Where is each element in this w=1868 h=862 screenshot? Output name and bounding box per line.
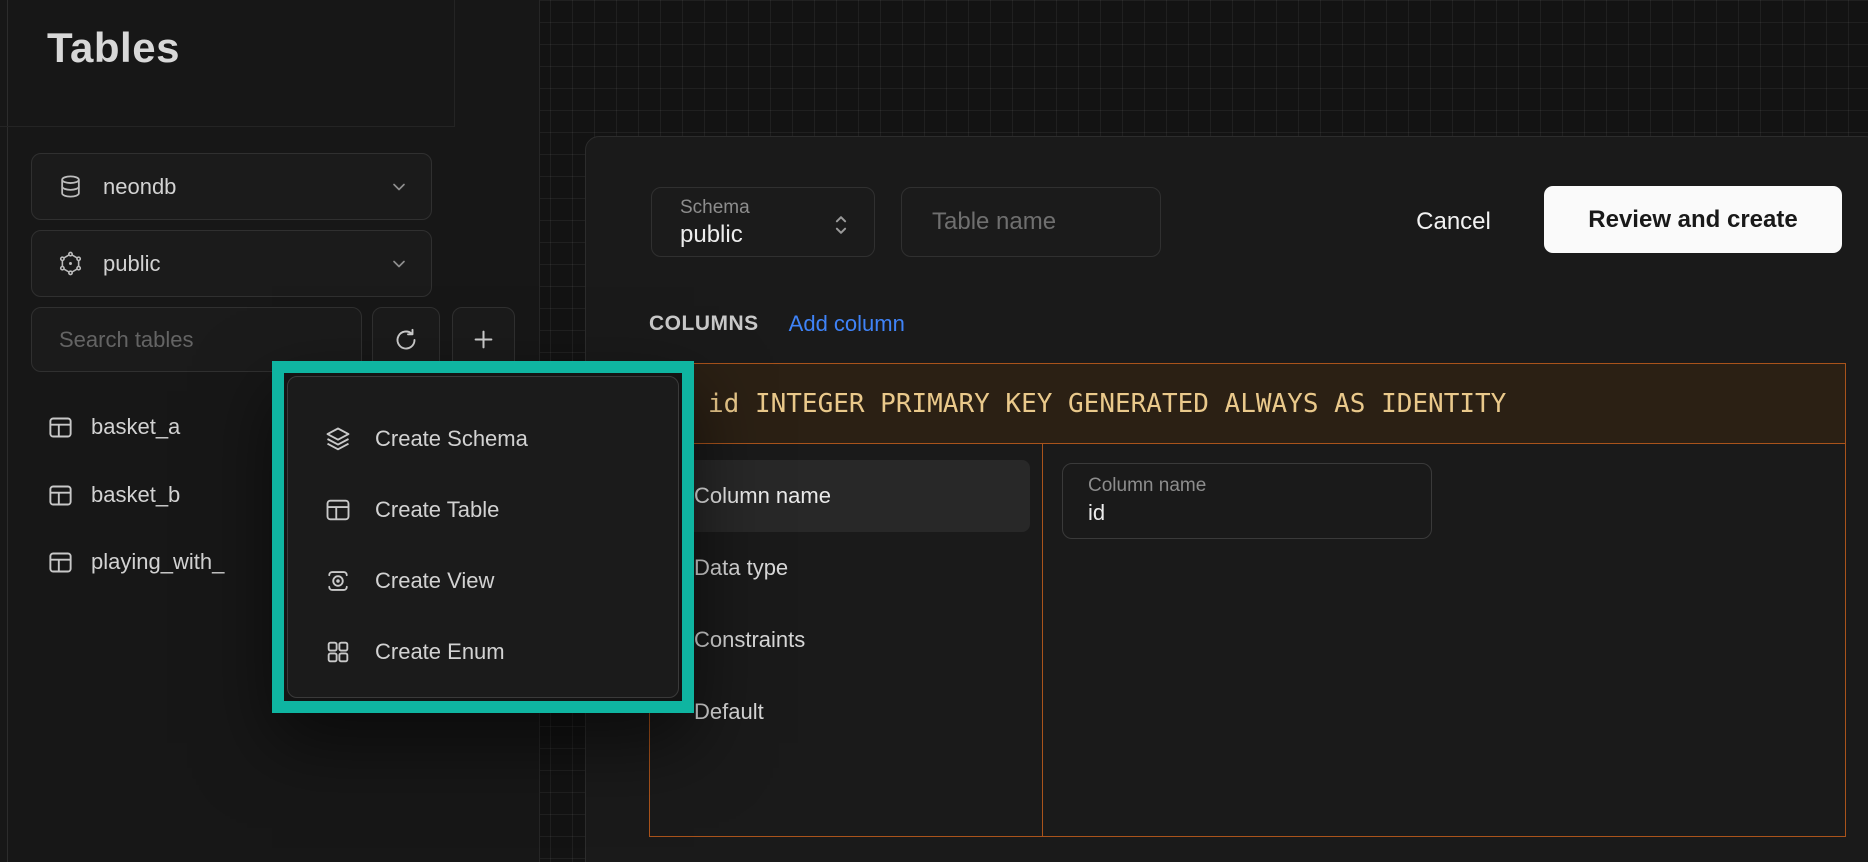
column-name-field[interactable]: Column name id <box>1062 463 1432 539</box>
menu-item-create-enum[interactable]: Create Enum <box>288 616 678 687</box>
database-select[interactable]: neondb <box>31 153 432 220</box>
chevron-updown-icon <box>830 212 852 238</box>
schema-select-value: public <box>103 251 160 277</box>
menu-item-create-table[interactable]: Create Table <box>288 474 678 545</box>
create-table-panel: Schema public Cancel Review and create C… <box>585 136 1868 862</box>
cancel-button[interactable]: Cancel <box>1376 193 1531 251</box>
database-icon <box>58 174 83 199</box>
column-name-field-value: id <box>1088 500 1431 526</box>
create-menu-highlight: Create Schema Create Table Create View <box>272 361 694 713</box>
schema-select[interactable]: public <box>31 230 432 297</box>
table-icon <box>324 496 352 524</box>
tab-default[interactable]: Default <box>650 676 1030 748</box>
column-editor-tabs: Column name Data type Constraints Defaul… <box>650 444 1042 836</box>
grid-squares-icon <box>324 638 352 666</box>
tab-column-name[interactable]: Column name <box>650 460 1030 532</box>
table-icon <box>47 549 74 576</box>
layers-icon <box>324 425 352 453</box>
schema-dropdown-field[interactable]: Schema public <box>651 187 875 257</box>
menu-item-label: Create View <box>375 568 494 594</box>
create-menu: Create Schema Create Table Create View <box>287 376 679 698</box>
table-icon <box>47 414 74 441</box>
table-icon <box>47 482 74 509</box>
column-sql-row[interactable]: id INTEGER PRIMARY KEY GENERATED ALWAYS … <box>650 364 1845 444</box>
chevron-down-icon <box>389 254 409 274</box>
columns-section-header: COLUMNS Add column <box>649 311 905 337</box>
tab-constraints[interactable]: Constraints <box>650 604 1030 676</box>
menu-item-create-schema[interactable]: Create Schema <box>288 403 678 474</box>
add-column-link[interactable]: Add column <box>789 311 905 337</box>
column-editor-detail: Column name id <box>1042 444 1845 836</box>
database-select-value: neondb <box>103 174 176 200</box>
tab-data-type[interactable]: Data type <box>650 532 1030 604</box>
tables-page: Tables neondb public <box>0 0 1868 862</box>
menu-item-label: Create Enum <box>375 639 505 665</box>
table-name-input[interactable] <box>901 187 1161 257</box>
schema-icon <box>58 251 83 276</box>
chevron-down-icon <box>389 177 409 197</box>
view-eye-icon <box>324 567 352 595</box>
plus-icon <box>470 326 497 353</box>
menu-item-create-view[interactable]: Create View <box>288 545 678 616</box>
page-title: Tables <box>47 24 180 72</box>
table-name: basket_a <box>91 414 180 440</box>
table-name: basket_b <box>91 482 180 508</box>
menu-item-label: Create Schema <box>375 426 528 452</box>
table-name: playing_with_ <box>91 549 224 575</box>
menu-item-label: Create Table <box>375 497 499 523</box>
refresh-icon <box>394 328 418 352</box>
column-sql-text: id INTEGER PRIMARY KEY GENERATED ALWAYS … <box>708 389 1506 419</box>
review-and-create-button[interactable]: Review and create <box>1544 186 1842 253</box>
column-name-field-label: Column name <box>1088 475 1431 497</box>
columns-heading: COLUMNS <box>649 312 759 336</box>
column-editor: id INTEGER PRIMARY KEY GENERATED ALWAYS … <box>649 363 1846 837</box>
sidebar-header: Tables <box>0 0 455 127</box>
